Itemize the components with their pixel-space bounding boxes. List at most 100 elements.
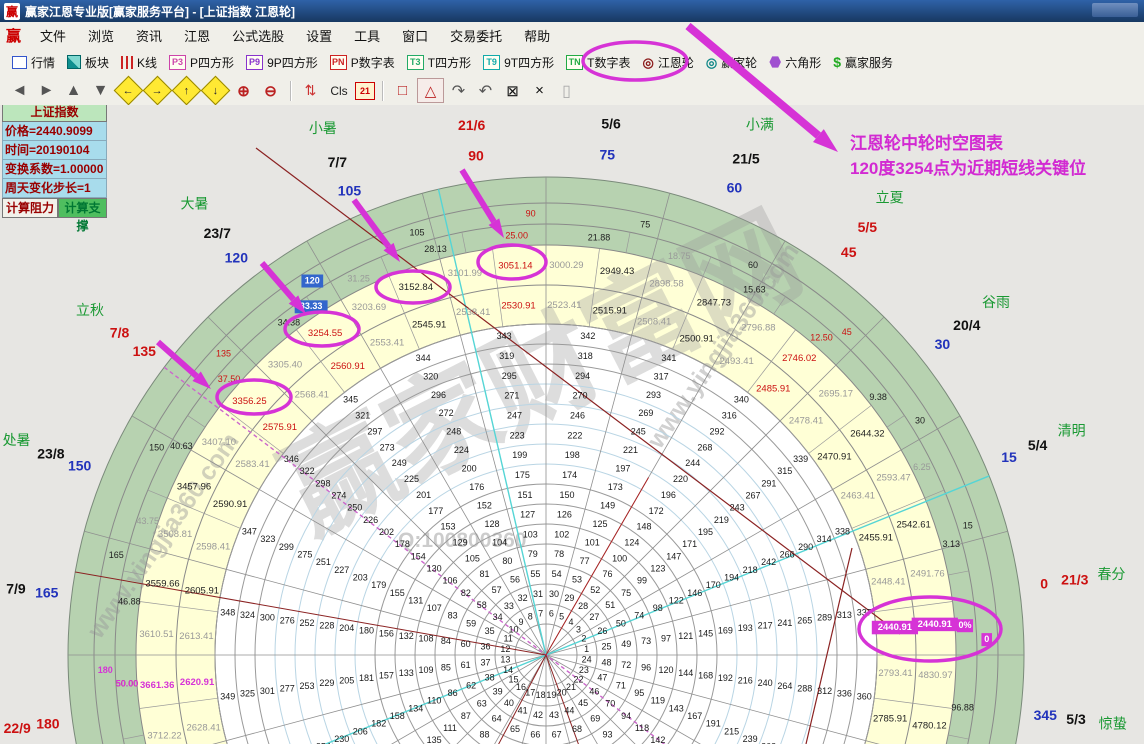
svg-text:360: 360 [857, 691, 872, 701]
draw-tool-0[interactable]: ◄ [7, 79, 32, 102]
svg-text:43: 43 [549, 710, 559, 720]
svg-text:2508.41: 2508.41 [637, 317, 671, 328]
svg-text:167: 167 [687, 711, 702, 721]
toolbar-button-P四方形[interactable]: P3P四方形 [169, 54, 234, 71]
T数字表-icon: TN [566, 55, 583, 70]
svg-text:1: 1 [584, 644, 589, 654]
toolbar-button-行情[interactable]: 行情 [12, 54, 55, 71]
draw-tool-19[interactable]: ⊠ [500, 79, 525, 102]
svg-text:123: 123 [650, 564, 665, 574]
svg-text:63: 63 [477, 699, 487, 709]
svg-text:177: 177 [428, 506, 443, 516]
toolbar-button-江恩轮[interactable]: ◎江恩轮 [642, 54, 693, 71]
svg-text:127: 127 [520, 510, 535, 520]
P四方形-icon: P3 [169, 55, 186, 70]
svg-text:谷雨: 谷雨 [982, 294, 1010, 310]
江恩轮-icon: ◎ [642, 56, 653, 69]
toolbar-button-赢家轮[interactable]: ◎赢家轮 [706, 54, 757, 71]
svg-text:49: 49 [621, 639, 631, 649]
svg-text:169: 169 [718, 626, 733, 636]
svg-text:146: 146 [687, 588, 702, 598]
draw-tool-1[interactable]: ► [34, 79, 59, 102]
toolbar-button-K线[interactable]: K线 [121, 54, 157, 71]
draw-tool-8[interactable]: ⊕ [231, 79, 256, 102]
svg-text:295: 295 [502, 371, 517, 381]
draw-tool-12[interactable]: Cls [325, 79, 353, 102]
draw-tool-9[interactable]: ⊖ [258, 79, 283, 102]
svg-text:292: 292 [710, 426, 725, 436]
svg-text:2785.91: 2785.91 [873, 713, 907, 724]
svg-text:9: 9 [519, 617, 524, 627]
menu-item-江恩[interactable]: 江恩 [173, 29, 221, 44]
toolbar-button-9T四方形[interactable]: T99T四方形 [483, 54, 554, 71]
svg-text:15: 15 [963, 520, 973, 530]
svg-text:132: 132 [399, 631, 414, 641]
svg-text:23: 23 [579, 665, 589, 675]
svg-text:343: 343 [497, 331, 512, 341]
menu-item-资讯[interactable]: 资讯 [125, 29, 173, 44]
svg-text:128: 128 [485, 519, 500, 529]
draw-tool-2[interactable]: ▲ [61, 79, 86, 102]
toolbar-button-板块[interactable]: 板块 [67, 54, 109, 71]
draw-tool-20[interactable]: × [527, 79, 552, 102]
menu-item-窗口[interactable]: 窗口 [391, 29, 439, 44]
menu-item-交易委托[interactable]: 交易委托 [439, 29, 513, 44]
svg-text:60: 60 [727, 179, 743, 195]
menu-item-设置[interactable]: 设置 [295, 29, 343, 44]
svg-text:199: 199 [512, 450, 527, 460]
赢家轮-icon: ◎ [706, 56, 717, 69]
window-controls[interactable] [1092, 3, 1138, 17]
svg-text:247: 247 [507, 410, 522, 420]
svg-text:3661.36: 3661.36 [140, 680, 174, 691]
menu-item-帮助[interactable]: 帮助 [513, 29, 561, 44]
draw-tool-5[interactable]: → [143, 76, 173, 106]
toolbar-button-9P四方形[interactable]: P99P四方形 [246, 54, 318, 71]
svg-text:130: 130 [427, 564, 442, 574]
toolbar-button-T数字表[interactable]: TNT数字表 [566, 54, 630, 71]
draw-tool-6[interactable]: ↑ [172, 76, 202, 106]
svg-text:144: 144 [678, 668, 693, 678]
draw-tool-17[interactable]: ↷ [446, 79, 471, 102]
calc-button-计算阻力[interactable]: 计算阻力 [2, 198, 58, 218]
toolbar-label: P数字表 [351, 54, 395, 71]
menu-item-公式选股[interactable]: 公式选股 [221, 29, 295, 44]
draw-tool-16[interactable]: △ [417, 78, 444, 103]
annotation-line-1: 江恩轮中轮时空图表 [850, 131, 1086, 156]
draw-tool-15[interactable]: □ [390, 79, 415, 102]
svg-text:168: 168 [698, 670, 713, 680]
svg-text:104: 104 [492, 538, 507, 548]
draw-tool-18[interactable]: ↶ [473, 79, 498, 102]
toolbar-button-T四方形[interactable]: T3T四方形 [407, 54, 471, 71]
svg-text:296: 296 [431, 390, 446, 400]
menu-item-浏览[interactable]: 浏览 [77, 29, 125, 44]
draw-tool-11[interactable]: ⇅ [298, 79, 323, 102]
svg-text:288: 288 [797, 683, 812, 693]
svg-text:2530.91: 2530.91 [501, 301, 535, 312]
draw-tool-21[interactable]: ▯ [554, 79, 579, 102]
menu-item-工具[interactable]: 工具 [343, 29, 391, 44]
svg-text:2500.91: 2500.91 [680, 334, 714, 345]
svg-text:227: 227 [334, 565, 349, 575]
draw-tool-13[interactable]: 21 [355, 82, 375, 100]
toolbar-button-P数字表[interactable]: PNP数字表 [330, 54, 395, 71]
svg-text:30: 30 [915, 416, 925, 426]
calc-button-计算支撑[interactable]: 计算支撑 [58, 198, 107, 218]
svg-text:3305.40: 3305.40 [268, 360, 302, 371]
svg-text:3: 3 [576, 624, 581, 634]
draw-tool-7[interactable]: ↓ [201, 76, 231, 106]
svg-text:43.75: 43.75 [136, 516, 159, 526]
quote-row-2: 变换系数=1.00000 [2, 160, 107, 179]
toolbar-button-六角形[interactable]: 六角形 [769, 54, 821, 71]
svg-text:316: 316 [722, 411, 737, 421]
svg-text:2793.41: 2793.41 [878, 668, 912, 679]
draw-tool-3[interactable]: ▼ [88, 79, 113, 102]
svg-text:276: 276 [280, 615, 295, 625]
menu-item-文件[interactable]: 文件 [29, 29, 77, 44]
toolbar-label: T四方形 [428, 54, 471, 71]
svg-text:147: 147 [666, 551, 681, 561]
svg-text:346: 346 [284, 454, 299, 464]
draw-tool-4[interactable]: ← [114, 76, 144, 106]
svg-text:156: 156 [379, 628, 394, 638]
svg-text:2898.58: 2898.58 [649, 279, 683, 290]
toolbar-button-赢家服务[interactable]: $赢家服务 [833, 54, 893, 71]
